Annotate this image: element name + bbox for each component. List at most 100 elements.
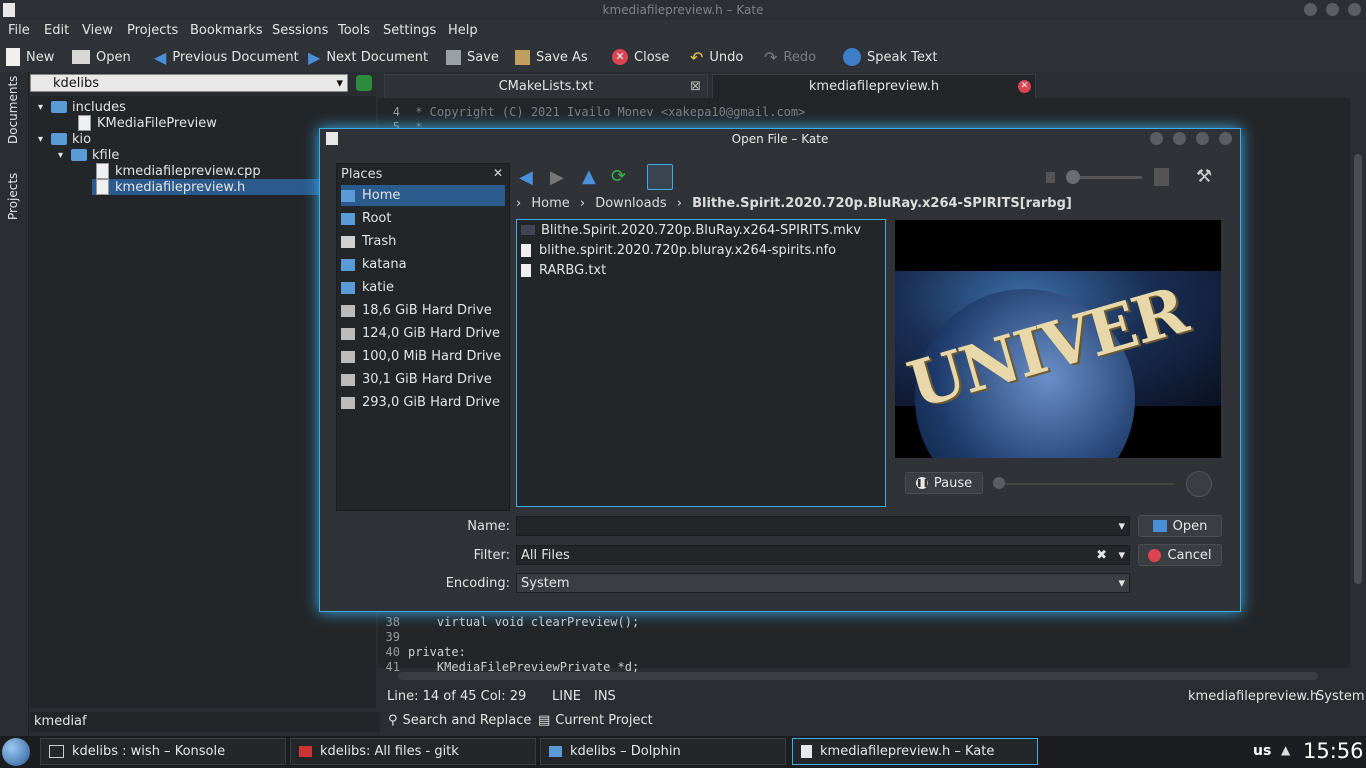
list-item-txt[interactable]: RARBG.txt <box>521 261 606 279</box>
zoom-out-icon[interactable] <box>1046 172 1055 183</box>
list-item-mkv[interactable]: Blithe.Spirit.2020.720p.BluRay.x264-SPIR… <box>521 221 861 239</box>
place-home[interactable]: Home <box>341 185 505 206</box>
place-drive-3[interactable]: 100,0 MiB Hard Drive <box>341 346 505 367</box>
open-button[interactable]: Open <box>1138 515 1222 537</box>
chevron-right-icon: › <box>676 196 682 211</box>
menu-file[interactable]: File <box>8 23 30 38</box>
tree-item-kio[interactable]: ▾ kio <box>38 131 91 147</box>
place-drive-4[interactable]: 30,1 GiB Hard Drive <box>341 369 505 390</box>
tree-item-kmediafilepreview-header[interactable]: KMediaFilePreview <box>78 115 217 131</box>
task-kate[interactable]: kmediafilepreview.h – Kate <box>792 738 1038 765</box>
launcher-icon[interactable] <box>2 738 30 766</box>
next-document-button[interactable]: ▶ Next Document <box>308 47 428 67</box>
seek-slider[interactable] <box>1000 483 1174 485</box>
open-button[interactable]: Open <box>72 47 131 67</box>
project-selector[interactable]: kdelibs ▾ <box>30 74 348 92</box>
breadcrumb-home[interactable]: Home <box>531 196 569 211</box>
place-drive-2[interactable]: 124,0 GiB Hard Drive <box>341 323 505 344</box>
menu-sessions[interactable]: Sessions <box>272 23 328 38</box>
place-katie[interactable]: katie <box>341 277 505 298</box>
previous-document-button[interactable]: ◀ Previous Document <box>154 47 299 67</box>
scrollbar-handle[interactable] <box>1354 154 1362 584</box>
maximize-button[interactable] <box>1326 3 1339 16</box>
close-tab-icon[interactable]: ✕ <box>1018 80 1031 93</box>
status-encoding[interactable]: System <box>1316 689 1364 704</box>
speak-text-button[interactable]: Speak Text <box>843 47 937 67</box>
tree-item-cpp[interactable]: kmediafilepreview.cpp <box>96 163 261 179</box>
arrow-left-icon: ◀ <box>154 47 167 67</box>
menu-projects[interactable]: Projects <box>127 23 178 38</box>
breadcrumb-downloads[interactable]: Downloads <box>595 196 666 211</box>
chevron-down-icon[interactable]: ▾ <box>1118 517 1125 537</box>
breadcrumb-current[interactable]: Blithe.Spirit.2020.720p.BluRay.x264-SPIR… <box>692 196 1072 211</box>
horizontal-scrollbar[interactable] <box>398 672 1318 680</box>
place-drive-5[interactable]: 293,0 GiB Hard Drive <box>341 392 505 413</box>
close-window-button[interactable] <box>1348 3 1361 16</box>
reload-project-icon[interactable] <box>356 75 372 91</box>
redo-button[interactable]: ↷ Redo <box>764 47 816 67</box>
tree-item-includes[interactable]: ▾ includes <box>38 99 126 115</box>
tab-projects[interactable]: Projects <box>6 173 20 220</box>
task-konsole[interactable]: kdelibs : wish – Konsole <box>40 738 286 765</box>
chevron-down-icon[interactable]: ▾ <box>1118 546 1125 566</box>
forward-icon[interactable]: ▶ <box>550 167 564 188</box>
tree-item-kfile[interactable]: ▾ kfile <box>58 147 119 163</box>
place-katana[interactable]: katana <box>341 254 505 275</box>
seek-slider-handle[interactable] <box>993 477 1005 489</box>
input-mode[interactable]: INS <box>594 689 616 704</box>
task-gitk[interactable]: kdelibs: All files - gitk <box>290 738 536 765</box>
selection-mode[interactable]: LINE <box>552 689 581 704</box>
undo-button[interactable]: ↶ Undo <box>690 47 743 67</box>
cancel-button[interactable]: Cancel <box>1138 544 1222 566</box>
zoom-slider-handle[interactable] <box>1066 170 1080 184</box>
volume-dial[interactable] <box>1186 471 1212 497</box>
place-drive-1[interactable]: 18,6 GiB Hard Drive <box>341 300 505 321</box>
task-dolphin[interactable]: kdelibs – Dolphin <box>540 738 786 765</box>
name-input[interactable]: ▾ <box>516 516 1130 536</box>
keyboard-layout[interactable]: us <box>1253 743 1271 759</box>
clear-icon[interactable]: ✖ <box>1096 546 1107 566</box>
place-root[interactable]: Root <box>341 208 505 229</box>
place-trash[interactable]: Trash <box>341 231 505 252</box>
back-icon[interactable]: ◀ <box>519 167 533 188</box>
tray-arrow-icon[interactable]: ▲ <box>1281 743 1290 757</box>
reload-icon[interactable]: ⟳ <box>611 166 626 187</box>
menu-view[interactable]: View <box>82 23 113 38</box>
zoom-in-icon[interactable] <box>1154 168 1169 186</box>
pause-button[interactable]: ❚❚ Pause <box>905 472 983 494</box>
filter-combobox[interactable]: All Files ✖ ▾ <box>516 545 1130 565</box>
menu-tools[interactable]: Tools <box>338 23 370 38</box>
close-dialog-icon[interactable] <box>1219 132 1232 145</box>
search-replace-tab[interactable]: ⚲ Search and Replace <box>388 713 531 728</box>
cursor-position: Line: 14 of 45 Col: 29 <box>387 689 527 704</box>
tab-kmediafilepreview[interactable]: kmediafilepreview.h ✕ <box>712 74 1036 100</box>
encoding-select[interactable]: System ▾ <box>516 573 1130 593</box>
tree-filter-input[interactable]: kmediaf <box>30 712 380 732</box>
current-project-tab[interactable]: ▤ Current Project <box>538 713 653 728</box>
keep-above-icon[interactable] <box>1196 132 1209 145</box>
up-icon[interactable]: ▲ <box>582 166 596 187</box>
help-icon[interactable] <box>1150 132 1163 145</box>
menu-settings[interactable]: Settings <box>383 23 436 38</box>
tab-documents[interactable]: Documents <box>6 76 20 144</box>
shade-icon[interactable] <box>1173 132 1186 145</box>
minimize-button[interactable] <box>1304 3 1317 16</box>
menu-edit[interactable]: Edit <box>44 23 69 38</box>
menu-bookmarks[interactable]: Bookmarks <box>190 23 263 38</box>
list-item-nfo[interactable]: blithe.spirit.2020.720p.bluray.x264-spir… <box>521 241 836 259</box>
options-wrench-icon[interactable]: ⚒ <box>1196 166 1212 187</box>
tab-cmakelists[interactable]: CMakeLists.txt ⊠ <box>384 74 708 100</box>
save-as-button[interactable]: Save As <box>515 47 588 67</box>
close-tab-icon[interactable]: ⊠ <box>690 75 701 99</box>
vertical-scrollbar[interactable] <box>1352 104 1364 668</box>
save-button[interactable]: Save <box>446 47 499 67</box>
close-document-button[interactable]: ✕ Close <box>612 47 669 67</box>
menu-help[interactable]: Help <box>448 23 478 38</box>
window-titlebar: kmediafilepreview.h – Kate <box>0 0 1366 20</box>
close-places-icon[interactable]: ✕ <box>493 166 503 180</box>
line-number: 39 <box>385 630 400 644</box>
preview-toggle-icon[interactable] <box>647 164 673 190</box>
clock[interactable]: 15:56 <box>1303 739 1364 763</box>
new-button[interactable]: New <box>6 47 54 67</box>
open-icon <box>1152 520 1167 532</box>
